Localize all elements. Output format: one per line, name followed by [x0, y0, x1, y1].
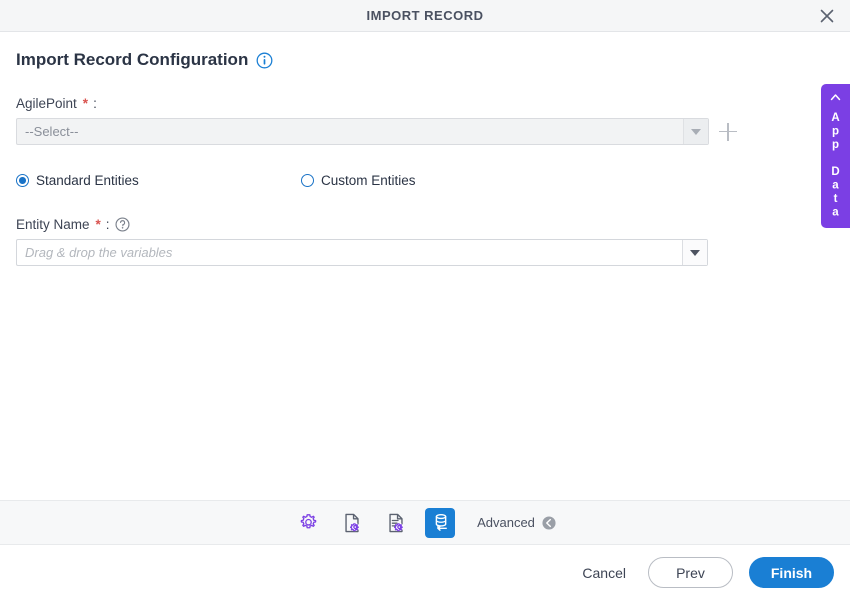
entity-name-label-row: Entity Name * :	[16, 217, 834, 232]
toolbar-document-settings-button[interactable]	[337, 508, 367, 538]
chevron-left-icon	[830, 94, 841, 101]
page-title-row: Import Record Configuration	[16, 50, 834, 70]
advanced-toggle[interactable]: Advanced	[477, 515, 557, 531]
radio-custom-entities[interactable]: Custom Entities	[301, 173, 416, 188]
agilepoint-select[interactable]: --Select--	[16, 118, 709, 145]
add-agilepoint-button[interactable]	[719, 122, 737, 141]
radio-standard-entities-label: Standard Entities	[36, 173, 139, 188]
entity-name-colon: :	[105, 217, 110, 232]
radio-custom-entities-label: Custom Entities	[321, 173, 416, 188]
entity-type-radio-group: Standard Entities Custom Entities	[16, 173, 834, 188]
dialog-footer: Cancel Prev Finish	[0, 545, 850, 600]
advanced-label: Advanced	[477, 515, 535, 530]
config-toolbar: Advanced	[0, 500, 850, 545]
gear-icon	[300, 514, 316, 529]
close-icon	[820, 9, 834, 22]
chevron-down-icon	[691, 128, 701, 135]
agilepoint-select-value: --Select--	[25, 124, 79, 139]
database-import-icon	[435, 514, 447, 531]
entity-name-input-value[interactable]: Drag & drop the variables	[17, 240, 682, 265]
cancel-button[interactable]: Cancel	[576, 561, 632, 585]
chevron-down-icon	[690, 249, 700, 256]
app-data-tab-label: App Data	[829, 112, 842, 220]
radio-custom-entities-mark	[301, 174, 314, 187]
circle-arrow-left-icon	[542, 515, 556, 530]
close-button[interactable]	[814, 3, 840, 29]
entity-name-label: Entity Name	[16, 217, 90, 232]
agilepoint-label: AgilePoint	[16, 96, 77, 111]
agilepoint-field-row: --Select--	[16, 118, 834, 145]
entity-name-input[interactable]: Drag & drop the variables	[16, 239, 708, 266]
app-data-tab[interactable]: App Data	[821, 84, 850, 228]
toolbar-general-settings-button[interactable]	[293, 508, 323, 538]
toolbar-import-record-button[interactable]	[425, 507, 456, 538]
radio-standard-entities-mark	[16, 174, 29, 187]
toolbar-form-settings-button[interactable]	[381, 508, 411, 538]
document-gear-icon	[345, 513, 360, 532]
dialog-titlebar: IMPORT RECORD	[0, 0, 850, 32]
info-circle-icon[interactable]	[256, 52, 273, 69]
finish-button[interactable]: Finish	[749, 557, 834, 588]
agilepoint-required-mark: *	[82, 96, 89, 111]
import-record-dialog: IMPORT RECORD Import Record Configuratio…	[0, 0, 850, 600]
agilepoint-select-arrow[interactable]	[683, 119, 708, 144]
prev-button[interactable]: Prev	[648, 557, 733, 588]
radio-standard-entities[interactable]: Standard Entities	[16, 173, 301, 188]
agilepoint-colon: :	[93, 96, 97, 111]
entity-name-dropdown-arrow[interactable]	[682, 240, 707, 265]
question-circle-icon[interactable]	[115, 217, 130, 232]
entity-name-required-mark: *	[95, 217, 101, 232]
dialog-body: Import Record Configuration AgilePoint *…	[0, 32, 850, 500]
page-title: Import Record Configuration	[16, 50, 249, 69]
agilepoint-label-row: AgilePoint * :	[16, 96, 834, 111]
document-lines-gear-icon	[389, 513, 404, 532]
dialog-title: IMPORT RECORD	[366, 8, 484, 23]
